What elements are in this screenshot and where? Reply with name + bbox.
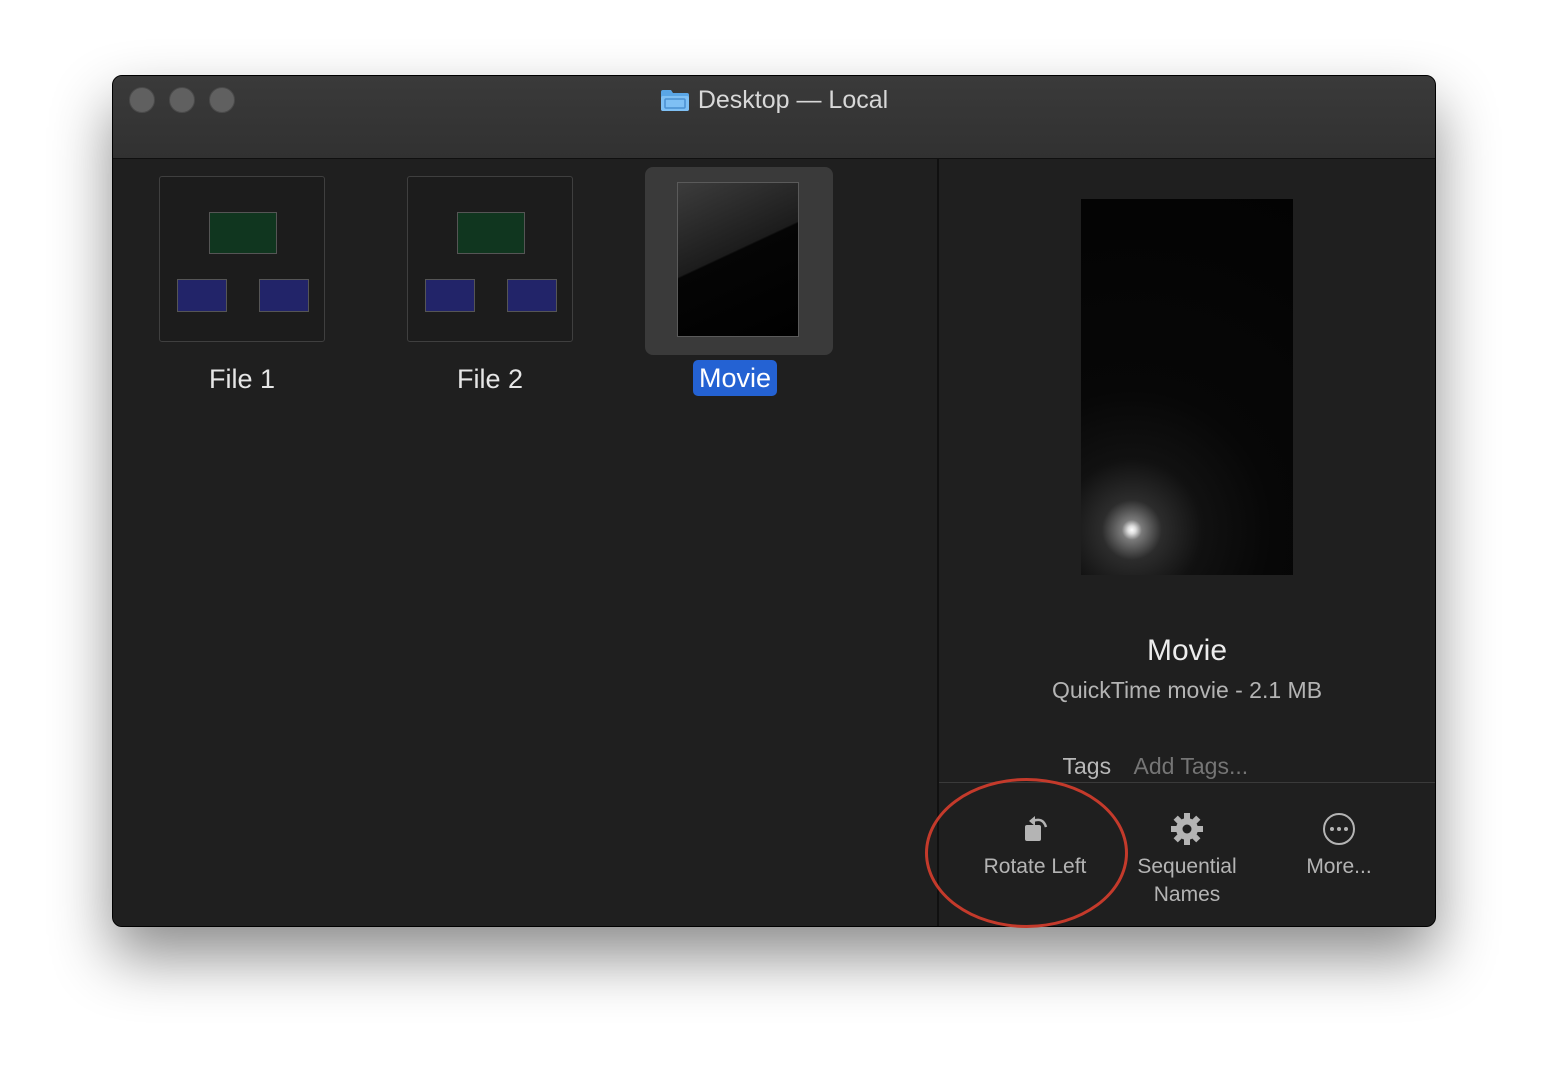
window-title-text: Desktop — Local <box>697 86 889 114</box>
diagram-node <box>507 279 557 312</box>
tags-input[interactable] <box>1131 752 1312 781</box>
diagram-node <box>177 279 227 312</box>
diagram-node <box>425 279 475 312</box>
rotate-left-button[interactable]: Rotate Left <box>955 811 1115 881</box>
rotate-left-icon <box>1025 816 1048 841</box>
gear-icon <box>1171 813 1203 845</box>
diagram-node <box>259 279 309 312</box>
file-name[interactable]: File 2 <box>374 362 606 396</box>
preview-file-name: Movie <box>1146 634 1228 667</box>
file-name-selected[interactable]: Movie <box>693 360 778 396</box>
file-item-file-1[interactable]: File 1 <box>126 159 326 399</box>
preview-file-info: QuickTime movie - 2.1 MB <box>1051 677 1323 703</box>
file-thumbnail[interactable] <box>159 176 325 342</box>
more-icon <box>1323 813 1355 845</box>
movie-preview[interactable] <box>1081 199 1293 575</box>
file-grid[interactable]: File 1 File 2 Movie <box>113 159 937 926</box>
finder-window: Desktop — Local File 1 File 2 Movie Movi… <box>112 75 1436 927</box>
movie-thumbnail[interactable] <box>677 182 799 337</box>
sequential-names-button[interactable]: Sequential Names <box>1107 811 1267 909</box>
more-label: More... <box>1306 855 1372 878</box>
action-bar-divider <box>939 782 1435 783</box>
more-button[interactable]: More... <box>1259 811 1419 881</box>
window-title: Desktop — Local <box>113 84 1435 116</box>
file-item-file-2[interactable]: File 2 <box>374 159 574 399</box>
rotate-left-label: Rotate Left <box>983 855 1087 878</box>
diagram-node <box>457 212 525 254</box>
tags-label: Tags <box>1062 753 1112 779</box>
file-thumbnail[interactable] <box>407 176 573 342</box>
sequential-names-label: Sequential Names <box>1137 855 1237 906</box>
diagram-node <box>209 212 277 254</box>
tags-row: Tags <box>939 751 1435 781</box>
folder-icon <box>660 90 689 111</box>
title-bar[interactable]: Desktop — Local <box>113 76 1435 159</box>
file-name[interactable]: File 1 <box>126 362 358 396</box>
